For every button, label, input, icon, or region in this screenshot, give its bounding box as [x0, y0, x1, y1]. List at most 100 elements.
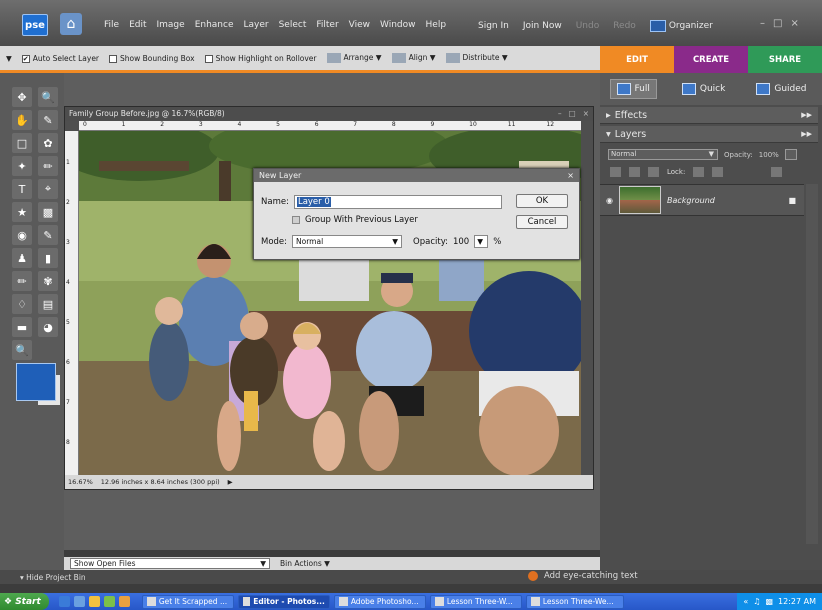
distribute-menu[interactable]: Distribute ▼	[445, 53, 508, 63]
taskbar-button[interactable]: Adobe Photosho...	[333, 594, 426, 609]
marquee-tool-icon[interactable]: □	[12, 133, 32, 153]
clock[interactable]: 12:27 AM	[778, 597, 816, 606]
hint-link[interactable]: Add eye-catching text	[528, 571, 638, 581]
layer-opacity-value[interactable]: 100%	[759, 151, 779, 159]
gradient-tool-icon[interactable]: ▤	[38, 294, 58, 314]
layers-scrollbar[interactable]	[806, 184, 818, 544]
healing-brush-tool-icon[interactable]: ✎	[38, 225, 58, 245]
home-button[interactable]: ⌂	[60, 13, 82, 35]
group-with-previous-checkbox[interactable]	[292, 216, 300, 224]
tab-share[interactable]: SHARE	[748, 46, 822, 73]
media-icon[interactable]	[103, 596, 115, 607]
cancel-button[interactable]: Cancel	[516, 215, 568, 229]
zoom-tool-icon[interactable]: 🔍	[38, 87, 58, 107]
join-now-link[interactable]: Join Now	[523, 21, 562, 31]
dialog-close-icon[interactable]: ×	[567, 171, 574, 180]
brush-tool-icon[interactable]: ✏	[12, 271, 32, 291]
shape-tool-icon[interactable]: ▬	[12, 317, 32, 337]
lock-transparency-icon[interactable]	[693, 167, 705, 177]
crop-tool-icon[interactable]: ⌖	[38, 179, 58, 199]
mode-quick-button[interactable]: Quick	[676, 80, 731, 98]
bin-actions-menu[interactable]: Bin Actions ▼	[280, 559, 330, 568]
eraser-tool-icon[interactable]: ▮	[38, 248, 58, 268]
effects-panel-header[interactable]: ▸ Effects ▶▶	[600, 107, 818, 124]
menu-item-window[interactable]: Window	[380, 20, 416, 30]
red-eye-tool-icon[interactable]: ◉	[12, 225, 32, 245]
taskbar-button[interactable]: Editor - Photos...	[237, 594, 330, 609]
layer-opacity-dropdown[interactable]	[784, 149, 797, 160]
blend-mode-select[interactable]: Normal ▼	[608, 149, 718, 160]
smart-brush-tool-icon[interactable]: ✾	[38, 271, 58, 291]
volume-icon[interactable]: ♫	[753, 597, 760, 606]
magic-wand-tool-icon[interactable]: ✦	[12, 156, 32, 176]
doc-maximize-icon[interactable]: □	[569, 109, 576, 119]
folder-icon[interactable]	[88, 596, 100, 607]
network-icon[interactable]: ▩	[765, 597, 773, 606]
taskbar-button[interactable]: Get It Scrapped ...	[141, 594, 234, 609]
foreground-color-swatch[interactable]	[16, 363, 56, 401]
layer-row-background[interactable]: ◉ Background ■	[600, 184, 804, 216]
layers-panel-header[interactable]: ▾ Layers ▶▶	[600, 126, 818, 143]
menu-item-edit[interactable]: Edit	[129, 20, 146, 30]
delete-layer-icon[interactable]	[771, 167, 783, 177]
cookie-cutter-tool-icon[interactable]: ★	[12, 202, 32, 222]
document-vertical-scrollbar[interactable]	[581, 131, 593, 475]
mode-guided-button[interactable]: Guided	[750, 80, 812, 98]
tab-edit[interactable]: EDIT	[600, 46, 674, 73]
menu-item-view[interactable]: View	[349, 20, 370, 30]
opacity-input[interactable]: 100	[453, 237, 469, 247]
ok-button[interactable]: OK	[516, 194, 568, 208]
redo-button[interactable]: Redo	[613, 21, 636, 31]
visibility-eye-icon[interactable]: ◉	[606, 196, 613, 205]
clone-stamp-tool-icon[interactable]: ♟	[12, 248, 32, 268]
menu-item-file[interactable]: File	[104, 20, 119, 30]
recompose-tool-icon[interactable]: ▩	[38, 202, 58, 222]
menu-item-filter[interactable]: Filter	[316, 20, 338, 30]
zoom-level[interactable]: 16.67%	[68, 478, 93, 486]
mode-full-button[interactable]: Full	[609, 79, 657, 99]
menu-item-enhance[interactable]: Enhance	[195, 20, 234, 30]
sponge-tool-icon[interactable]: 🔍	[12, 340, 32, 360]
lasso-tool-icon[interactable]: ✿	[38, 133, 58, 153]
type-tool-icon[interactable]: T	[12, 179, 32, 199]
eyedropper-tool-icon[interactable]: ✎	[38, 110, 58, 130]
mode-select[interactable]: Normal ▼	[292, 235, 403, 248]
menu-item-layer[interactable]: Layer	[244, 20, 269, 30]
start-button[interactable]: ❖ Start	[0, 593, 49, 610]
paint-bucket-tool-icon[interactable]: ♢	[12, 294, 32, 314]
align-menu[interactable]: Align ▼	[391, 53, 436, 63]
doc-minimize-icon[interactable]: –	[558, 109, 562, 119]
close-icon[interactable]: ×	[790, 18, 798, 29]
show-open-files-select[interactable]: Show Open Files ▼	[70, 558, 270, 569]
document-titlebar[interactable]: Family Group Before.jpg @ 16.7%(RGB/8) –…	[65, 107, 593, 121]
menu-item-image[interactable]: Image	[157, 20, 185, 30]
hide-project-bin-bar[interactable]: ▾ Hide Project Bin	[0, 570, 822, 584]
menu-item-select[interactable]: Select	[279, 20, 307, 30]
move-tool-icon[interactable]: ✥	[12, 87, 32, 107]
app-icon[interactable]	[118, 596, 130, 607]
sign-in-link[interactable]: Sign In	[478, 21, 509, 31]
ie-icon[interactable]	[58, 596, 70, 607]
selection-brush-tool-icon[interactable]: ✏	[38, 156, 58, 176]
new-layer-icon[interactable]	[610, 167, 621, 177]
blur-tool-icon[interactable]: ◕	[38, 317, 58, 337]
taskbar-button[interactable]: Lesson Three-We...	[525, 594, 624, 609]
layer-name-input[interactable]: Layer 0	[293, 195, 502, 209]
desktop-icon[interactable]	[73, 596, 85, 607]
tray-expand-icon[interactable]: «	[743, 597, 748, 606]
maximize-icon[interactable]: □	[773, 18, 782, 29]
tab-create[interactable]: CREATE	[674, 46, 748, 73]
lock-all-icon[interactable]	[712, 167, 724, 177]
undo-button[interactable]: Undo	[576, 21, 600, 31]
panel-menu-icon[interactable]: ▶▶	[801, 130, 812, 138]
hand-tool-icon[interactable]: ✋	[12, 110, 32, 130]
opacity-dropdown[interactable]: ▼	[474, 235, 489, 248]
taskbar-button[interactable]: Lesson Three-W...	[429, 594, 522, 609]
arrange-menu[interactable]: Arrange ▼	[326, 53, 382, 63]
adjustment-layer-icon[interactable]	[629, 167, 640, 177]
menu-item-help[interactable]: Help	[426, 20, 447, 30]
status-menu-arrow-icon[interactable]: ▶	[228, 478, 233, 486]
link-layers-icon[interactable]	[648, 167, 659, 177]
dialog-titlebar[interactable]: New Layer ×	[254, 169, 579, 182]
doc-close-icon[interactable]: ×	[583, 109, 589, 119]
